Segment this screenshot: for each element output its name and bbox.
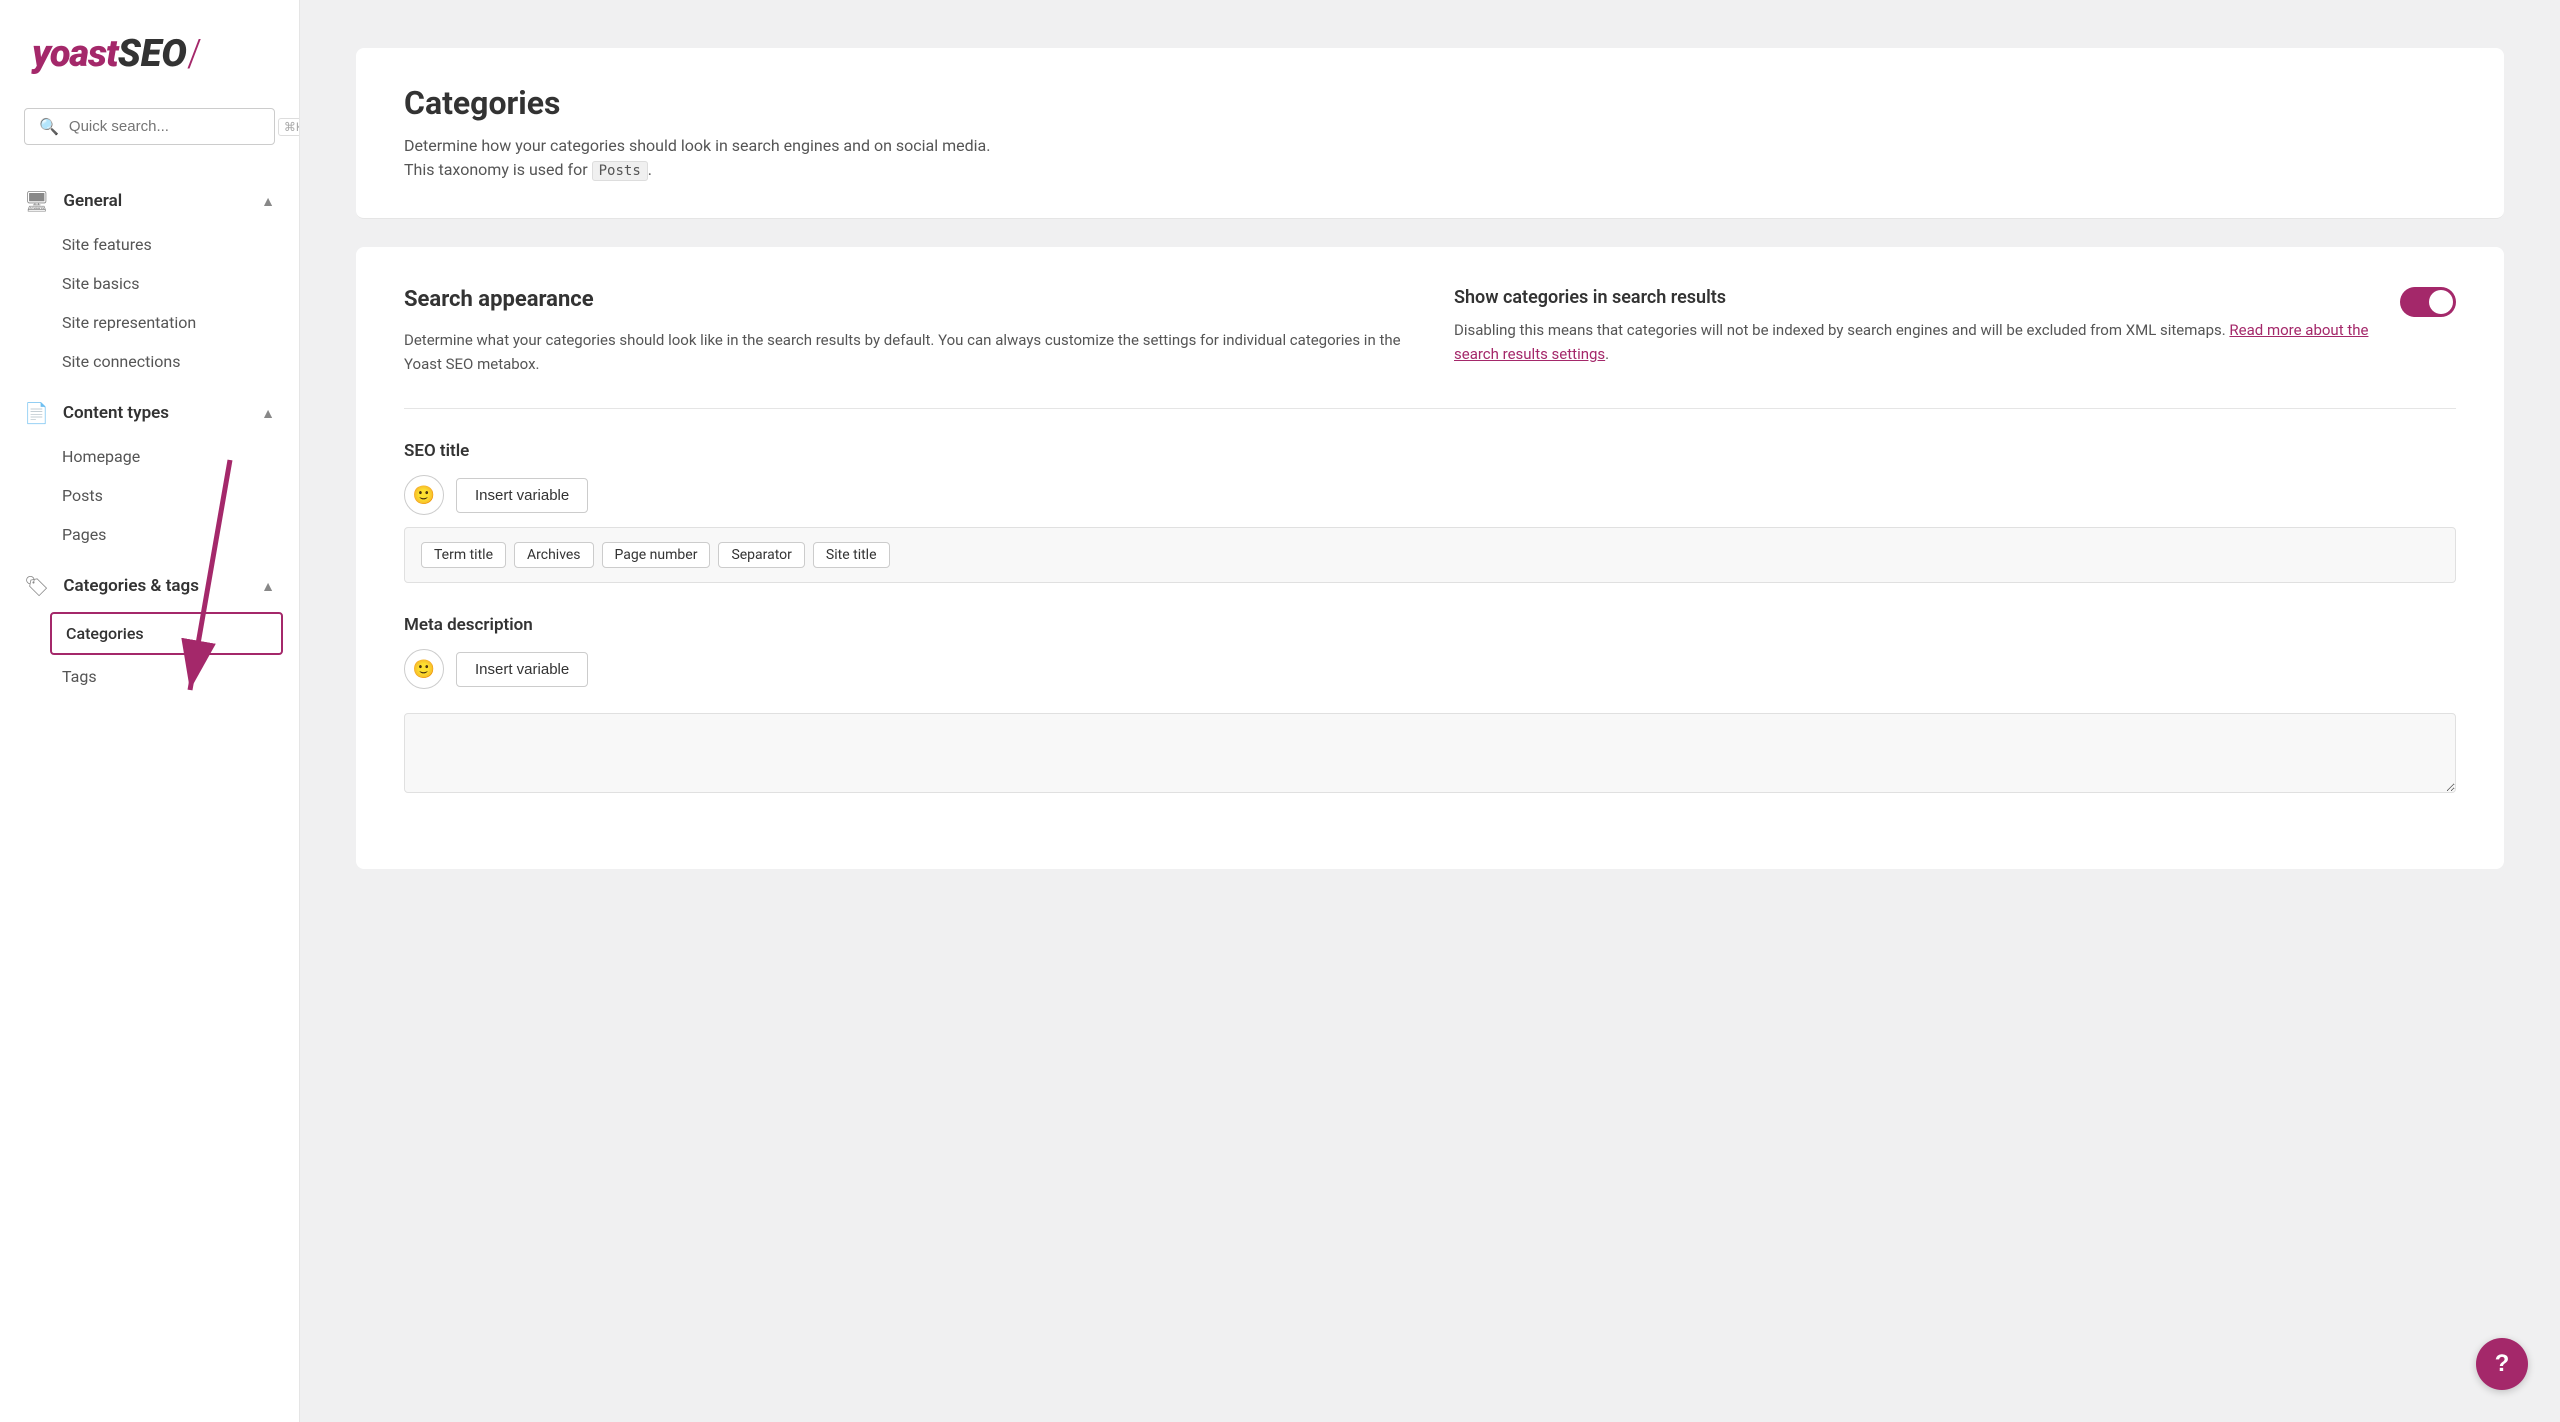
meta-description-label: Meta description [404, 615, 2456, 635]
toggle-checkmark: ✓ [2438, 293, 2448, 307]
toggle-description: Disabling this means that categories wil… [1454, 318, 2376, 366]
nav-section-content-types: 📄 Content types ▲ Homepage Posts Pages [0, 389, 299, 554]
sidebar-item-site-representation[interactable]: Site representation [0, 303, 299, 342]
search-box[interactable]: 🔍 ⌘K [24, 108, 275, 145]
nav-section-categories-tags: 🏷 Categories & tags ▲ Categories Tags [0, 562, 299, 696]
tag-site-title[interactable]: Site title [813, 542, 890, 568]
seo-title-label: SEO title [404, 441, 2456, 461]
tag-separator[interactable]: Separator [718, 542, 804, 568]
content-types-title: Content types [63, 403, 169, 423]
tag-archives[interactable]: Archives [514, 542, 594, 568]
toggle-switch[interactable]: ✓ [2400, 287, 2456, 317]
categories-tags-title: Categories & tags [63, 576, 199, 596]
help-button[interactable]: ? [2476, 1338, 2528, 1390]
logo-yoast: yoast [32, 32, 118, 76]
seo-title-insert-variable-button[interactable]: Insert variable [456, 478, 588, 513]
search-icon: 🔍 [39, 117, 59, 136]
general-icon: 🖥 [24, 189, 49, 213]
toggle-label: Show categories in search results [1454, 287, 2376, 308]
nav-section-general-header[interactable]: 🖥 General ▲ [0, 177, 299, 225]
logo-seo: SEO [118, 32, 187, 76]
sidebar-item-pages[interactable]: Pages [0, 515, 299, 554]
page-title: Categories [404, 84, 2456, 122]
tag-page-number[interactable]: Page number [602, 542, 711, 568]
search-appearance-desc-text: Determine what your categories should lo… [404, 328, 1406, 376]
search-shortcut: ⌘K [278, 118, 300, 136]
meta-description-variable-row: 🙂 Insert variable [404, 649, 2456, 689]
sidebar-item-tags[interactable]: Tags [0, 657, 299, 696]
general-chevron: ▲ [261, 193, 275, 210]
seo-title-section: SEO title 🙂 Insert variable Term title A… [404, 441, 2456, 583]
content-types-chevron: ▲ [261, 405, 275, 422]
sidebar-item-posts[interactable]: Posts [0, 476, 299, 515]
taxonomy-type-badge: Posts [592, 161, 648, 181]
search-input[interactable] [69, 118, 268, 135]
sidebar-item-categories[interactable]: Categories [50, 612, 283, 655]
general-title: General [63, 191, 122, 211]
nav-section-categories-tags-header[interactable]: 🏷 Categories & tags ▲ [0, 562, 299, 610]
nav-section-content-types-header[interactable]: 📄 Content types ▲ [0, 389, 299, 437]
search-appearance-card: Search appearance Determine what your ca… [356, 247, 2504, 869]
page-header: Categories Determine how your categories… [356, 48, 2504, 219]
sidebar-item-homepage[interactable]: Homepage [0, 437, 299, 476]
sidebar: yoast SEO / 🔍 ⌘K 🖥 General ▲ Site featur… [0, 0, 300, 1422]
meta-description-section: Meta description 🙂 Insert variable [404, 615, 2456, 797]
section-divider [404, 408, 2456, 409]
logo: yoast SEO / [0, 32, 299, 108]
toggle-content: Show categories in search results Disabl… [1454, 287, 2376, 366]
main-content: Categories Determine how your categories… [300, 0, 2560, 1422]
categories-tags-chevron: ▲ [261, 578, 275, 595]
meta-description-insert-variable-button[interactable]: Insert variable [456, 652, 588, 687]
meta-description-emoji-button[interactable]: 🙂 [404, 649, 444, 689]
seo-title-tags-row: Term title Archives Page number Separato… [404, 527, 2456, 583]
logo-slash: / [187, 32, 202, 76]
toggle-row: Show categories in search results Disabl… [1454, 287, 2456, 376]
content-types-icon: 📄 [24, 401, 49, 425]
nav-section-general: 🖥 General ▲ Site features Site basics Si… [0, 177, 299, 381]
search-appearance-description: Search appearance Determine what your ca… [404, 287, 1406, 376]
seo-title-variable-row: 🙂 Insert variable [404, 475, 2456, 515]
sidebar-item-site-basics[interactable]: Site basics [0, 264, 299, 303]
seo-title-emoji-button[interactable]: 🙂 [404, 475, 444, 515]
sidebar-item-site-features[interactable]: Site features [0, 225, 299, 264]
search-appearance-heading: Search appearance [404, 287, 1406, 312]
sidebar-item-site-connections[interactable]: Site connections [0, 342, 299, 381]
tag-term-title[interactable]: Term title [421, 542, 506, 568]
page-subtitle: Determine how your categories should loo… [404, 134, 2456, 182]
categories-tags-icon: 🏷 [24, 574, 49, 598]
meta-description-textarea[interactable] [404, 713, 2456, 793]
search-appearance-section: Search appearance Determine what your ca… [404, 287, 2456, 376]
